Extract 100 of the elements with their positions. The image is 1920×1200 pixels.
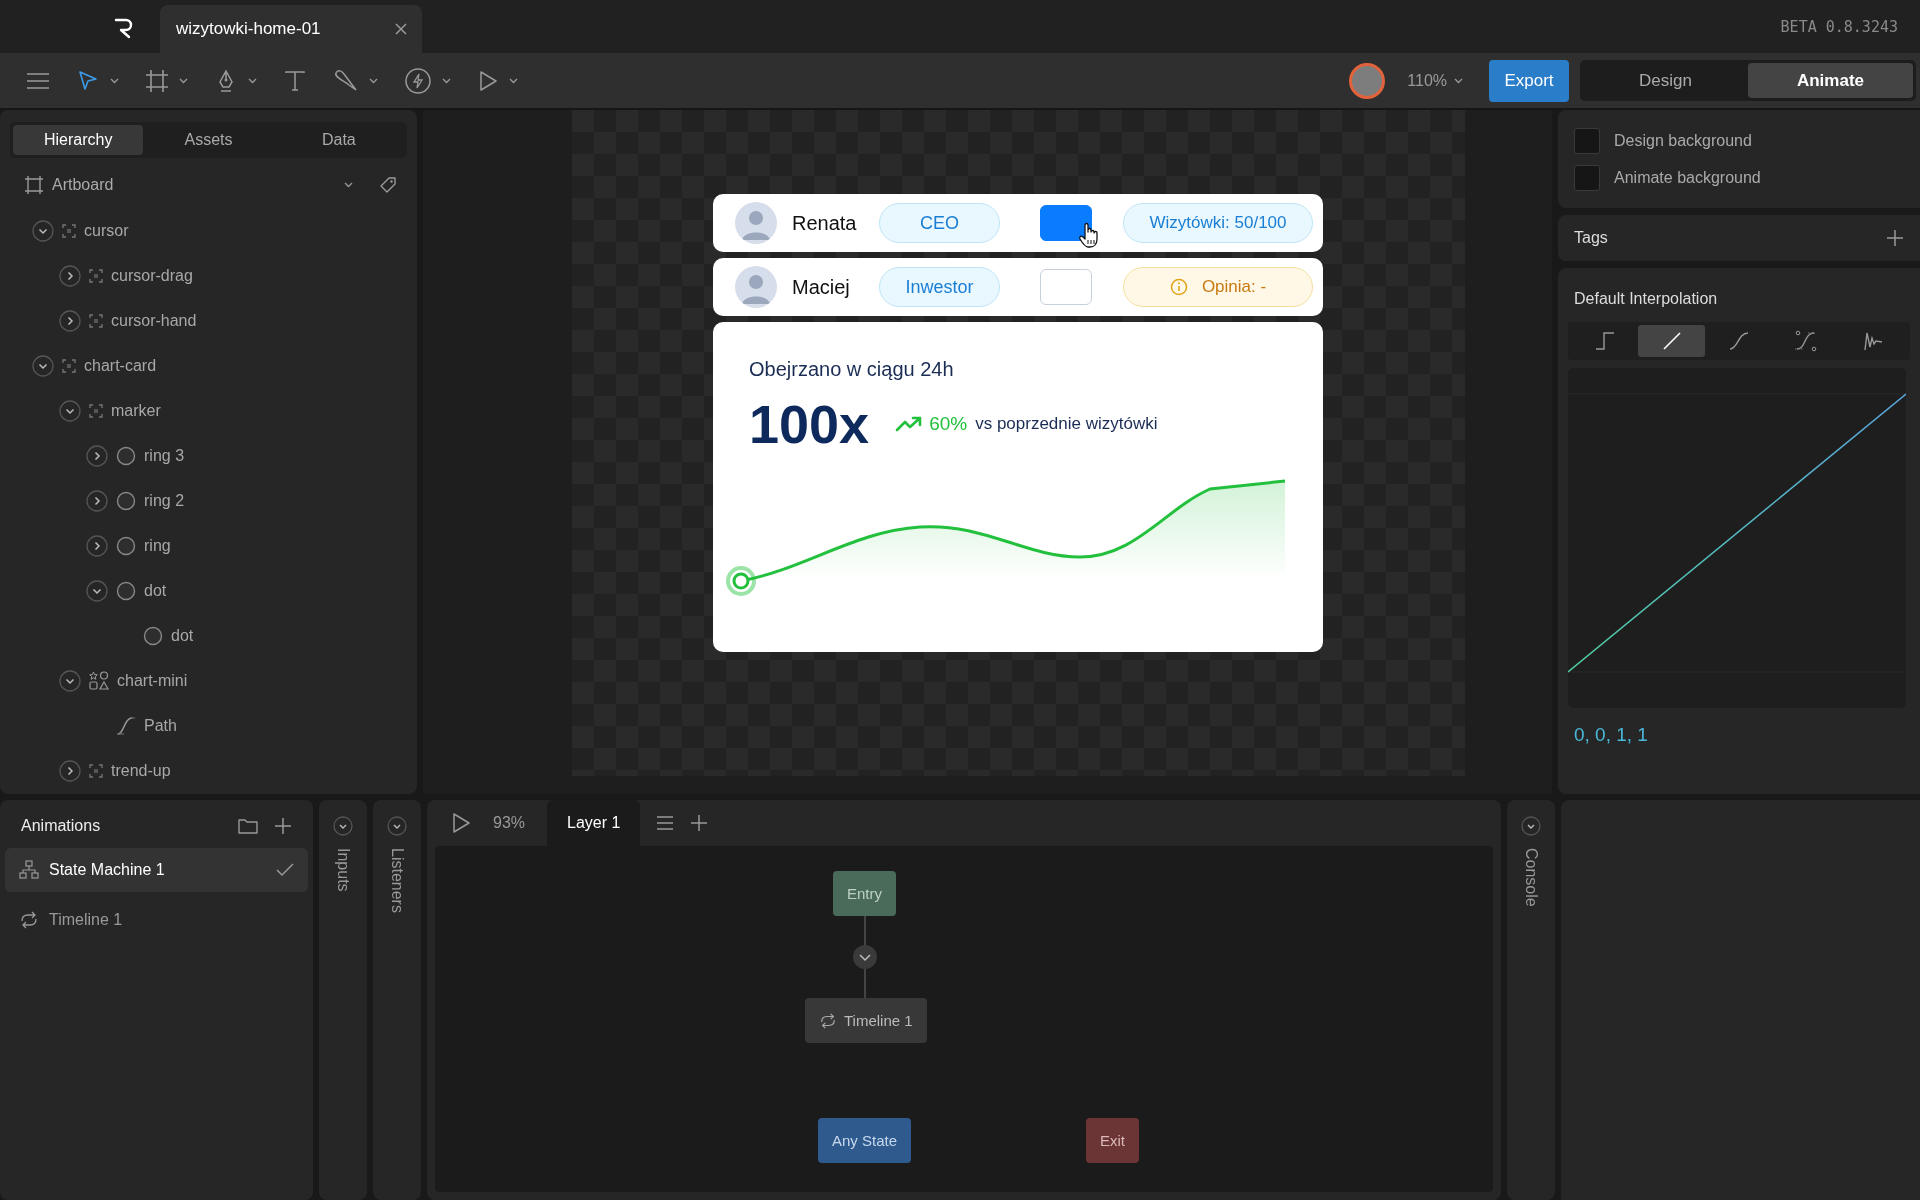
mode-tab[interactable]: Design	[1583, 63, 1748, 98]
bolt-tool-icon[interactable]	[404, 66, 432, 95]
caret-icon[interactable]	[369, 77, 378, 84]
expand-toggle[interactable]	[86, 534, 108, 557]
group-icon	[89, 313, 103, 328]
collapse-toggle[interactable]	[1521, 816, 1541, 836]
user-avatar[interactable]	[1349, 62, 1386, 99]
loop-icon	[19, 910, 39, 930]
folder-icon[interactable]	[238, 818, 258, 834]
side-panel-tab[interactable]: Listeners	[388, 848, 406, 913]
play-icon[interactable]	[451, 812, 471, 834]
expand-toggle[interactable]	[59, 264, 81, 287]
layer-name[interactable]: chart-card	[84, 356, 157, 375]
zoom-dropdown[interactable]: 110%	[1407, 71, 1463, 90]
layer-name[interactable]: ring	[144, 536, 171, 555]
panel-tab[interactable]: Data	[273, 125, 404, 155]
collapse-toggle[interactable]	[333, 816, 353, 836]
info-icon	[1169, 278, 1188, 296]
animation-item[interactable]: Timeline 1	[5, 898, 308, 942]
layer-name[interactable]: ring 3	[144, 446, 185, 465]
avatar	[735, 266, 777, 308]
frame-tool-icon[interactable]	[145, 68, 169, 93]
layer-name[interactable]: trend-up	[111, 761, 171, 780]
side-panel-tab[interactable]: Console	[1522, 848, 1540, 907]
expand-toggle[interactable]	[59, 399, 81, 422]
layer-name[interactable]: Path	[144, 716, 177, 735]
expand-toggle[interactable]	[86, 579, 108, 602]
side-panel-tab[interactable]: Inputs	[334, 848, 352, 892]
state-node[interactable]: Timeline 1	[805, 998, 927, 1043]
artboard-icon	[24, 175, 44, 195]
layer-name[interactable]: marker	[111, 401, 161, 420]
panel-tab[interactable]: Assets	[143, 125, 274, 155]
expand-toggle[interactable]	[86, 444, 108, 467]
add-icon[interactable]	[274, 817, 292, 835]
artboard-name[interactable]: Artboard	[52, 176, 114, 194]
ellipse-icon	[116, 490, 136, 511]
toggle-box[interactable]	[1040, 269, 1092, 305]
group-icon	[89, 403, 103, 418]
check-icon	[276, 863, 294, 877]
expand-toggle[interactable]	[32, 354, 54, 377]
group-icon	[62, 223, 76, 238]
pointer-tool-icon[interactable]	[76, 68, 100, 93]
path-icon	[116, 715, 136, 736]
state-node[interactable]: Entry	[833, 871, 896, 916]
menu-icon[interactable]	[26, 71, 50, 90]
play-tool-icon[interactable]	[477, 69, 499, 92]
expand-toggle[interactable]	[32, 219, 54, 242]
section-title: Default Interpolation	[1574, 290, 1719, 308]
text-tool-icon[interactable]	[283, 68, 307, 93]
expand-toggle[interactable]	[86, 489, 108, 512]
export-button[interactable]: Export	[1489, 59, 1569, 102]
trend-up-icon	[895, 415, 924, 433]
state-machine-icon	[19, 860, 39, 880]
zoom-level[interactable]: 93%	[493, 814, 526, 832]
version-label: BETA 0.8.3243	[1780, 17, 1898, 36]
layer-name[interactable]: ring 2	[144, 491, 185, 510]
caret-icon[interactable]	[509, 77, 518, 84]
color-swatch[interactable]	[1574, 127, 1600, 154]
file-tab-title[interactable]: wizytowki-home-01	[176, 19, 321, 39]
avatar	[735, 202, 777, 244]
animation-item[interactable]: State Machine 1	[5, 848, 308, 892]
expand-toggle[interactable]	[59, 669, 81, 692]
views-value: 100x	[749, 393, 870, 455]
caret-icon[interactable]	[442, 77, 451, 84]
close-icon[interactable]	[394, 22, 408, 36]
add-icon[interactable]	[1886, 229, 1904, 247]
caret-icon[interactable]	[179, 77, 188, 84]
layer-name[interactable]: cursor-drag	[111, 266, 193, 285]
panel-tab[interactable]: Hierarchy	[13, 125, 144, 155]
caret-icon[interactable]	[110, 77, 119, 84]
color-swatch[interactable]	[1574, 164, 1600, 191]
group-icon	[89, 763, 103, 778]
file-tab[interactable]: wizytowki-home-01	[160, 5, 422, 53]
expand-toggle[interactable]	[59, 759, 81, 782]
layer-tab[interactable]: Layer 1	[547, 800, 641, 846]
layer-name[interactable]: dot	[144, 581, 167, 600]
caret-icon[interactable]	[344, 182, 353, 188]
interpolation-option[interactable]	[1638, 325, 1706, 357]
layer-name[interactable]: cursor-hand	[111, 311, 197, 330]
hold-curve-icon	[1593, 330, 1616, 352]
mode-tab[interactable]: Animate	[1748, 63, 1913, 98]
caret-icon	[1454, 77, 1463, 84]
state-node[interactable]: Exit	[1086, 1118, 1139, 1163]
curve-values: 0, 0, 1, 1	[1574, 724, 1649, 746]
caret-icon[interactable]	[248, 77, 257, 84]
section-title: Tags	[1574, 229, 1608, 247]
panel-title: Animations	[21, 817, 101, 835]
list-icon[interactable]	[656, 816, 675, 830]
layer-name[interactable]: cursor	[84, 221, 129, 240]
expand-toggle[interactable]	[59, 309, 81, 332]
add-icon[interactable]	[690, 814, 709, 832]
badge-text: Opinia: -	[1201, 277, 1267, 297]
brush-tool-icon[interactable]	[333, 67, 359, 94]
collapse-toggle[interactable]	[387, 816, 407, 836]
layer-name[interactable]: chart-mini	[117, 671, 188, 690]
layer-name[interactable]: dot	[171, 626, 194, 645]
role-tag: CEO	[879, 203, 1000, 243]
change-note: vs poprzednie wizytówki	[975, 414, 1158, 434]
tag-icon[interactable]	[379, 176, 397, 194]
state-node[interactable]: Any State	[818, 1118, 912, 1163]
